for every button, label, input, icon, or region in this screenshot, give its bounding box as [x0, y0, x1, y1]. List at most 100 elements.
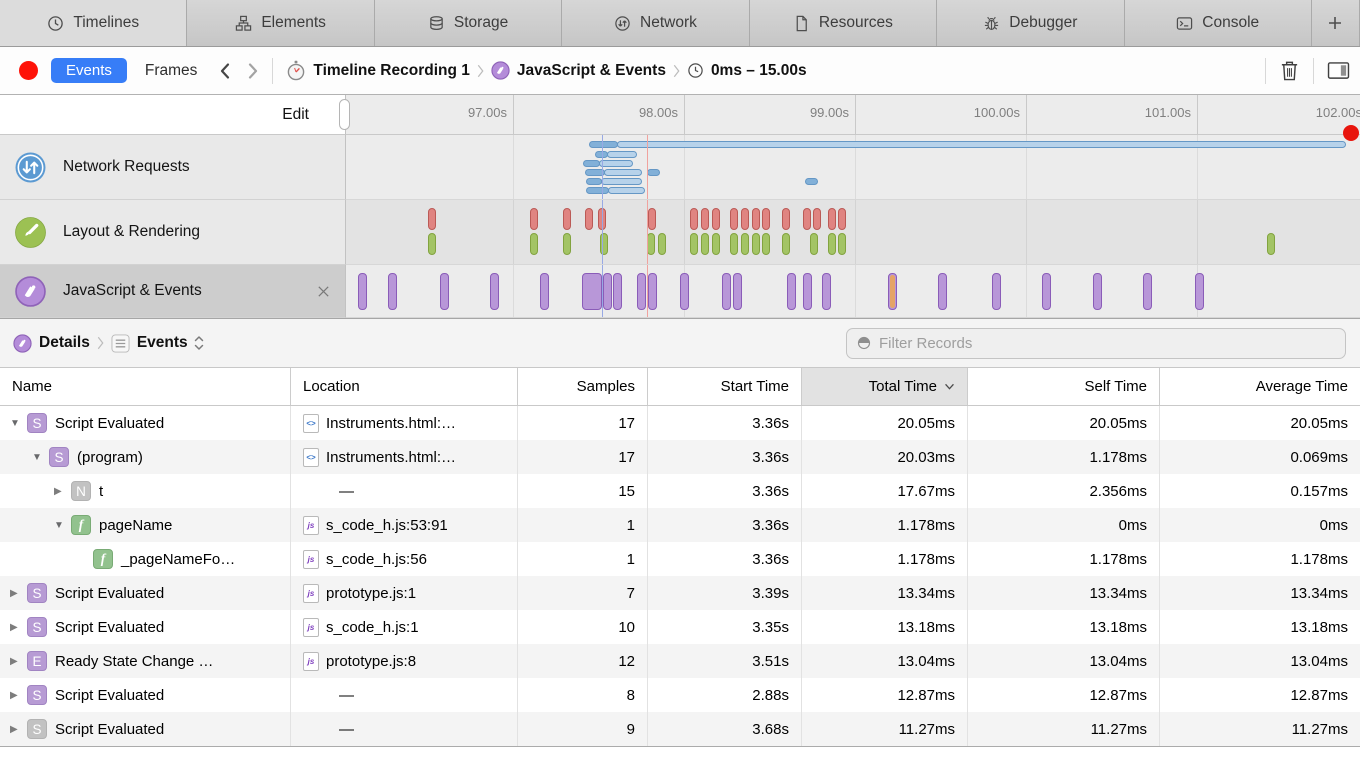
layout-event-tick[interactable] — [563, 208, 571, 230]
script-event-bar[interactable] — [388, 273, 397, 310]
layout-event-tick[interactable] — [782, 208, 790, 230]
network-request-bar[interactable] — [617, 141, 1346, 148]
column-header-location[interactable]: Location — [291, 368, 518, 405]
disclosure-triangle[interactable]: ▶ — [10, 724, 27, 735]
script-event-bar[interactable] — [613, 273, 622, 310]
breadcrumb-item-instrument[interactable]: JavaScript & Events — [491, 61, 666, 80]
render-event-tick[interactable] — [810, 233, 818, 255]
script-event-bar[interactable] — [888, 273, 897, 310]
disclosure-triangle[interactable]: ▶ — [10, 622, 27, 633]
filter-records-input[interactable] — [879, 335, 1319, 352]
table-row[interactable]: ▶SScript Evaluatedjsprototype.js:173.39s… — [0, 576, 1360, 610]
disclosure-triangle[interactable]: ▶ — [54, 486, 71, 497]
layout-event-tick[interactable] — [838, 208, 846, 230]
layout-event-tick[interactable] — [803, 208, 811, 230]
network-request-bar[interactable] — [583, 160, 600, 167]
details-breadcrumb-label[interactable]: Details — [39, 334, 90, 352]
tab-console[interactable]: Console — [1125, 0, 1312, 46]
table-row[interactable]: ▶SScript Evaluatedjss_code_h.js:1103.35s… — [0, 610, 1360, 644]
edit-instruments-button[interactable]: Edit — [282, 106, 309, 124]
disclosure-triangle[interactable]: ▶ — [10, 588, 27, 599]
render-event-tick[interactable] — [712, 233, 720, 255]
layout-event-tick[interactable] — [752, 208, 760, 230]
render-event-tick[interactable] — [658, 233, 666, 255]
layout-event-tick[interactable] — [648, 208, 656, 230]
network-request-bar[interactable] — [608, 187, 645, 194]
column-header-samples[interactable]: Samples — [518, 368, 648, 405]
disclosure-triangle[interactable]: ▼ — [32, 452, 49, 463]
tab-debugger[interactable]: Debugger — [937, 0, 1124, 46]
network-request-bar[interactable] — [647, 169, 660, 176]
breadcrumb-item-time-range[interactable]: 0ms – 15.00s — [687, 62, 807, 80]
script-event-bar[interactable] — [603, 273, 612, 310]
script-event-bar[interactable] — [490, 273, 499, 310]
table-row[interactable]: ▶SScript Evaluated—93.68s11.27ms11.27ms1… — [0, 712, 1360, 746]
layout-event-tick[interactable] — [690, 208, 698, 230]
render-event-tick[interactable] — [530, 233, 538, 255]
render-event-tick[interactable] — [701, 233, 709, 255]
script-event-bar[interactable] — [440, 273, 449, 310]
render-event-tick[interactable] — [752, 233, 760, 255]
script-event-bar[interactable] — [992, 273, 1001, 310]
track-label-layout-rendering[interactable]: Layout & Rendering — [0, 200, 345, 265]
script-event-bar[interactable] — [803, 273, 812, 310]
column-header-self_time[interactable]: Self Time — [968, 368, 1160, 405]
script-event-bar[interactable] — [822, 273, 831, 310]
render-event-tick[interactable] — [563, 233, 571, 255]
layout-event-tick[interactable] — [730, 208, 738, 230]
table-row[interactable]: ▶Nt—153.36s17.67ms2.356ms0.157ms — [0, 474, 1360, 508]
render-event-tick[interactable] — [828, 233, 836, 255]
render-event-tick[interactable] — [1267, 233, 1275, 255]
render-event-tick[interactable] — [428, 233, 436, 255]
forward-button[interactable] — [247, 62, 259, 80]
view-selector[interactable]: Events — [137, 334, 188, 352]
table-row[interactable]: ▶EReady State Change …jsprototype.js:812… — [0, 644, 1360, 678]
table-row[interactable]: f_pageNameFo…jss_code_h.js:5613.36s1.178… — [0, 542, 1360, 576]
view-mode-frames-button[interactable]: Frames — [145, 62, 198, 80]
table-row[interactable]: ▼SScript Evaluated<>Instruments.html:…17… — [0, 406, 1360, 440]
disclosure-triangle[interactable]: ▼ — [54, 520, 71, 531]
render-event-tick[interactable] — [730, 233, 738, 255]
network-request-bar[interactable] — [589, 141, 618, 148]
table-row[interactable]: ▼S(program)<>Instruments.html:…173.36s20… — [0, 440, 1360, 474]
layout-event-tick[interactable] — [813, 208, 821, 230]
track-label-network-requests[interactable]: Network Requests — [0, 135, 345, 200]
layout-event-tick[interactable] — [741, 208, 749, 230]
network-request-bar[interactable] — [607, 151, 637, 158]
network-request-bar[interactable] — [805, 178, 818, 185]
script-event-bar[interactable] — [1093, 273, 1102, 310]
add-tab-button[interactable] — [1312, 0, 1360, 46]
track-graph-network-requests[interactable] — [345, 135, 1360, 200]
network-request-bar[interactable] — [586, 187, 609, 194]
track-graph-javascript-events[interactable] — [345, 265, 1360, 318]
close-track-button[interactable] — [316, 284, 331, 299]
back-button[interactable] — [219, 62, 231, 80]
network-request-bar[interactable] — [586, 178, 602, 185]
network-request-bar[interactable] — [601, 178, 642, 185]
script-event-bar[interactable] — [680, 273, 689, 310]
script-event-bar[interactable] — [582, 273, 602, 310]
record-button[interactable] — [19, 61, 38, 80]
layout-event-tick[interactable] — [762, 208, 770, 230]
render-event-tick[interactable] — [782, 233, 790, 255]
column-header-name[interactable]: Name — [0, 368, 291, 405]
script-event-bar[interactable] — [648, 273, 657, 310]
render-event-tick[interactable] — [762, 233, 770, 255]
layout-event-tick[interactable] — [530, 208, 538, 230]
disclosure-triangle[interactable]: ▶ — [10, 690, 27, 701]
network-request-bar[interactable] — [604, 169, 642, 176]
render-event-tick[interactable] — [741, 233, 749, 255]
table-row[interactable]: ▶SScript Evaluated—82.88s12.87ms12.87ms1… — [0, 678, 1360, 712]
breadcrumb-item-recording[interactable]: Timeline Recording 1 — [286, 60, 469, 81]
render-event-tick[interactable] — [690, 233, 698, 255]
script-event-bar[interactable] — [938, 273, 947, 310]
details-sidebar-toggle-button[interactable] — [1327, 61, 1350, 80]
view-selector-chevrons-icon[interactable] — [194, 335, 204, 351]
view-mode-events-button[interactable]: Events — [51, 58, 127, 83]
layout-event-tick[interactable] — [712, 208, 720, 230]
script-event-bar[interactable] — [733, 273, 742, 310]
script-event-bar[interactable] — [637, 273, 646, 310]
script-event-bar[interactable] — [358, 273, 367, 310]
render-event-tick[interactable] — [647, 233, 655, 255]
tab-resources[interactable]: Resources — [750, 0, 937, 46]
